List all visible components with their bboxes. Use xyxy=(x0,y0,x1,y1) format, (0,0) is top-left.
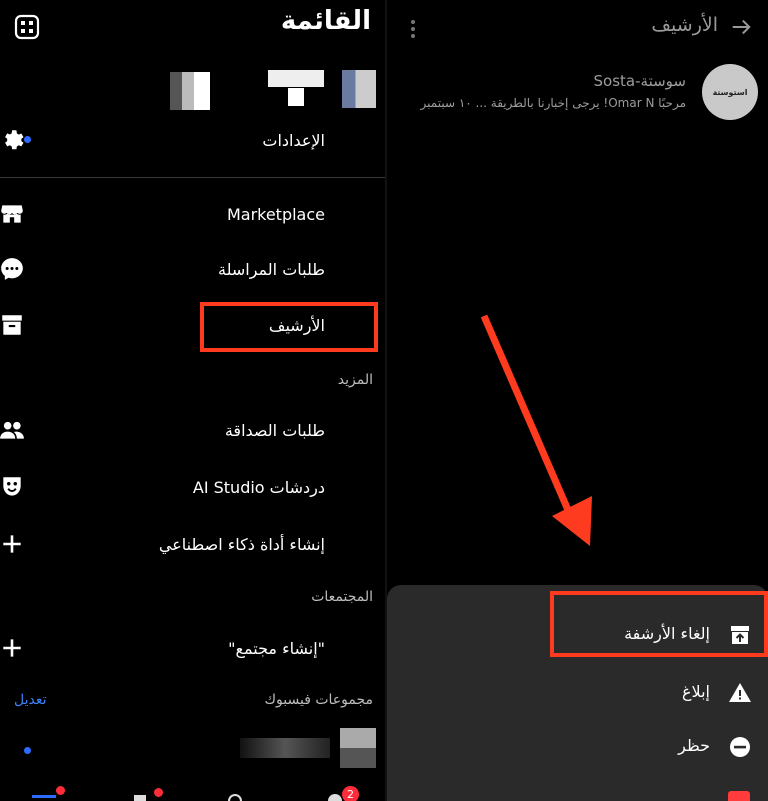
page-title: الأرشيف xyxy=(651,14,718,36)
profile-switcher[interactable] xyxy=(170,68,380,110)
avatar[interactable]: استوستة xyxy=(702,64,758,120)
menu-item-marketplace[interactable]: Marketplace xyxy=(0,194,385,234)
notification-badge: 2 xyxy=(342,786,359,801)
avatar xyxy=(170,72,210,110)
menu-item-friend-requests[interactable]: طلبات الصداقة xyxy=(0,410,385,450)
chats-tab[interactable] xyxy=(32,795,56,798)
stories-tab-icon[interactable] xyxy=(134,795,146,801)
people-tab-icon[interactable] xyxy=(228,794,242,801)
report-option[interactable]: إبلاغ xyxy=(387,671,768,715)
avatar xyxy=(342,70,376,108)
menu-item-label: "إنشاء مجتمع" xyxy=(228,638,325,658)
back-arrow-icon[interactable] xyxy=(730,16,752,38)
section-facebook-groups: مجموعات فيسبوك xyxy=(264,692,373,708)
delete-option-partial[interactable] xyxy=(728,791,750,801)
page-title: القائمة xyxy=(280,6,371,36)
divider xyxy=(0,177,385,178)
pointer-arrow xyxy=(480,314,592,546)
block-icon xyxy=(730,737,750,757)
edit-link[interactable]: تعديل xyxy=(14,692,47,708)
store-icon xyxy=(1,205,23,223)
group-avatar[interactable] xyxy=(340,728,376,768)
notification-dot xyxy=(56,786,65,795)
section-communities: المجتمعات xyxy=(311,589,373,605)
menu-item-label: إنشاء أداة ذكاء اصطناعي xyxy=(158,534,325,554)
menu-item-create-ai[interactable]: إنشاء أداة ذكاء اصطناعي xyxy=(0,524,385,564)
chat-preview: مرحبًا Omar N! يرجى إخبارنا بالطريقة ...… xyxy=(420,96,686,110)
menu-item-label: Marketplace xyxy=(226,204,325,224)
menu-tab-icon[interactable] xyxy=(328,794,342,801)
ai-mask-icon xyxy=(3,477,21,496)
menu-item-settings[interactable]: الإعدادات xyxy=(0,120,385,160)
notification-dot xyxy=(24,747,31,754)
menu-item-label: دردشات AI Studio xyxy=(192,477,325,497)
notification-dot xyxy=(154,788,163,797)
block-option[interactable]: حظر xyxy=(387,725,768,769)
notification-dot xyxy=(24,136,31,143)
warning-icon xyxy=(729,683,751,702)
highlight-box xyxy=(550,591,768,657)
option-label: حظر xyxy=(678,736,710,755)
option-label: إبلاغ xyxy=(682,682,710,701)
bottom-nav: 2 xyxy=(0,780,385,801)
highlight-box xyxy=(200,302,378,352)
menu-item-ai-studio[interactable]: دردشات AI Studio xyxy=(0,467,385,507)
group-name-blurred xyxy=(240,738,330,758)
qr-scan-icon[interactable] xyxy=(14,14,40,40)
menu-item-label: طلبات الصداقة xyxy=(224,420,325,440)
plus-icon xyxy=(3,535,21,553)
chat-bubble-icon xyxy=(1,258,23,280)
more-options-icon[interactable] xyxy=(410,18,416,40)
menu-item-message-requests[interactable]: طلبات المراسلة xyxy=(0,249,385,289)
people-icon xyxy=(0,421,24,439)
menu-item-label: الإعدادات xyxy=(262,130,325,150)
menu-item-label: طلبات المراسلة xyxy=(217,259,325,279)
menu-item-create-community[interactable]: "إنشاء مجتمع" xyxy=(0,628,385,668)
menu-panel: القائمة الإعدادات Marketplace طلبات المر… xyxy=(0,0,385,801)
archive-icon xyxy=(2,315,22,335)
plus-icon xyxy=(3,639,21,657)
gear-icon xyxy=(5,130,24,150)
chat-name[interactable]: سوستة-Sosta xyxy=(594,72,686,90)
section-more: المزيد xyxy=(337,372,373,388)
